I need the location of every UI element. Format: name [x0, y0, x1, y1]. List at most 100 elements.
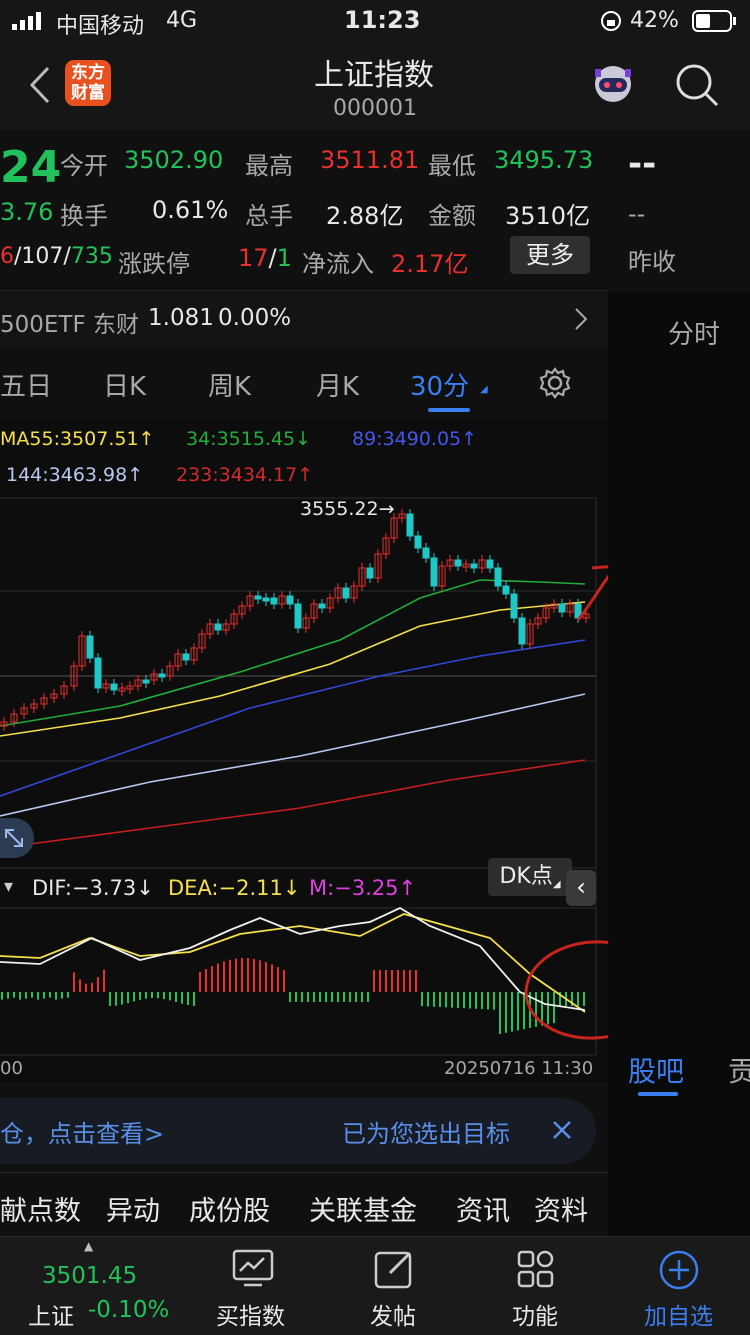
side-dash-change: --: [628, 200, 646, 228]
kline-chart-area[interactable]: MA55:3507.51↑ 34:3515.45↓ 89:3490.05↑ 14…: [0, 418, 608, 1083]
tab-30min[interactable]: 30分: [410, 366, 469, 403]
limit-label: 涨跌停: [118, 250, 190, 278]
add-watchlist-button[interactable]: 加自选: [638, 1243, 728, 1335]
peak-price-label: 3555.22→: [300, 498, 395, 520]
moving-averages: [0, 579, 586, 849]
tab-news[interactable]: 资讯: [456, 1189, 510, 1228]
etf-name: 500ETF 东财: [0, 312, 140, 338]
clock: 11:23: [344, 6, 421, 34]
amount-label: 金额: [428, 202, 476, 230]
expand-icon: [5, 829, 23, 847]
amount-value: 3510亿: [505, 202, 591, 230]
battery-icon: [692, 10, 736, 32]
macd-histogram: [1, 958, 585, 1034]
macd-dif: DIF:−3.73↓: [32, 876, 154, 900]
settings-gear-icon[interactable]: [538, 366, 572, 400]
volume-label: 总手: [245, 202, 293, 230]
tab-guba[interactable]: 股吧: [628, 1050, 684, 1090]
macd-m: M:−3.25↑: [309, 876, 417, 900]
related-etf-bar[interactable]: 500ETF 东财 1.081 0.00%: [0, 290, 608, 350]
macd-dea: DEA:−2.11↓: [168, 876, 301, 900]
low-label: 最低: [428, 152, 476, 180]
footer-index-name: 上证: [28, 1304, 74, 1330]
tab-profile[interactable]: 资料: [534, 1189, 588, 1228]
etf-change: 0.00%: [218, 305, 292, 331]
post-label: 发帖: [370, 1304, 416, 1330]
tab-contribution[interactable]: 献点数: [0, 1189, 81, 1228]
carrier: 中国移动: [56, 14, 145, 39]
battery-percent: 42%: [630, 8, 679, 33]
turnover-label: 换手: [60, 202, 108, 230]
time-axis-left: 00: [0, 1058, 23, 1079]
close-icon[interactable]: [552, 1120, 572, 1140]
notice-banner[interactable]: 仓，点击查看> 已为您选出目标: [0, 1098, 596, 1164]
tab-daily-k[interactable]: 日K: [103, 366, 146, 403]
change-fragment: 3.76: [0, 198, 54, 226]
chart-trend-icon: [232, 1249, 274, 1287]
banner-left-text: 仓，点击查看>: [0, 1120, 165, 1148]
buy-index-button[interactable]: 买指数: [210, 1243, 300, 1335]
network-type: 4G: [166, 8, 198, 33]
advance-decline: 6/107/735: [0, 244, 113, 269]
open-label: 今开: [60, 152, 108, 180]
tab-30min-underline: [428, 408, 470, 412]
tab-intraday[interactable]: 分时: [668, 314, 720, 351]
side-dash-price: --: [628, 144, 657, 184]
edit-icon: [374, 1251, 412, 1289]
price-fragment: 24: [0, 142, 62, 193]
tab-weekly-k[interactable]: 周K: [208, 366, 251, 403]
assistant-robot-icon[interactable]: [590, 64, 636, 106]
tab-five-day[interactable]: 五日: [0, 366, 52, 403]
netflow-value: 2.17亿: [391, 250, 469, 278]
back-arrow-icon[interactable]: [28, 66, 52, 104]
post-button[interactable]: 发帖: [360, 1243, 430, 1335]
low-value: 3495.73: [494, 146, 594, 174]
time-axis-right: 20250716 11:30: [444, 1058, 594, 1079]
chevron-right-icon: [575, 308, 588, 330]
prev-close-label: 昨收: [628, 248, 676, 276]
eastmoney-logo[interactable]: 东方财富: [65, 60, 111, 106]
tab-related-funds[interactable]: 关联基金: [309, 1189, 417, 1228]
search-icon[interactable]: [674, 62, 720, 108]
status-bar: 中国移动 4G 11:23 42%: [0, 0, 750, 42]
high-label: 最高: [245, 152, 293, 180]
tab-monthly-k[interactable]: 月K: [316, 366, 359, 403]
banner-right-text: 已为您选出目标: [342, 1120, 510, 1148]
app-header: 上证指数 000001: [0, 42, 750, 130]
content-tabs: 献点数 异动 成份股 关联基金 资讯 资料: [0, 1172, 608, 1237]
open-value: 3502.90: [124, 146, 224, 174]
tab-movement[interactable]: 异动: [106, 1189, 160, 1228]
turnover-value: 0.61%: [152, 196, 229, 224]
tab-cut[interactable]: 贡: [728, 1050, 750, 1090]
volume-value: 2.88亿: [326, 202, 404, 230]
limit-value: 17/1: [238, 244, 292, 272]
rotation-lock-icon: [601, 11, 621, 31]
macd-toggle-icon[interactable]: ▾: [4, 876, 13, 897]
signal-icon: [12, 12, 41, 30]
footer-index-change: -0.10%: [88, 1297, 170, 1323]
stock-code: 000001: [333, 96, 417, 121]
etf-price: 1.081: [148, 305, 214, 331]
more-button[interactable]: 更多: [510, 236, 590, 274]
footer-index-value: 3501.45: [42, 1263, 138, 1289]
period-tabs: 五日 日K 周K 月K 30分 ◢: [0, 348, 608, 419]
guba-underline: [638, 1092, 678, 1096]
tab-dropdown-icon: ◢: [480, 384, 488, 395]
add-watchlist-label: 加自选: [644, 1304, 713, 1330]
macd-lines: [0, 906, 586, 1013]
buy-index-label: 买指数: [216, 1304, 285, 1330]
side-chart-area: 分时 股吧 贡: [608, 292, 750, 1292]
bottom-toolbar: ▲ 3501.45 上证 -0.10% 买指数 发帖 功能 加自选: [0, 1236, 750, 1335]
expand-chart-button[interactable]: [0, 818, 34, 858]
function-label: 功能: [512, 1304, 558, 1330]
collapse-panel-button[interactable]: ‹: [566, 870, 596, 906]
high-value: 3511.81: [320, 146, 420, 174]
add-circle-icon: [659, 1250, 699, 1290]
dk-point-button[interactable]: DK点◢: [488, 858, 572, 896]
netflow-label: 净流入: [302, 250, 374, 278]
function-button[interactable]: 功能: [500, 1243, 570, 1335]
annotation-circle: [524, 940, 608, 1040]
page-title: 上证指数: [314, 58, 434, 93]
tab-constituents[interactable]: 成份股: [189, 1189, 270, 1228]
annotation-arrow: [576, 574, 608, 621]
